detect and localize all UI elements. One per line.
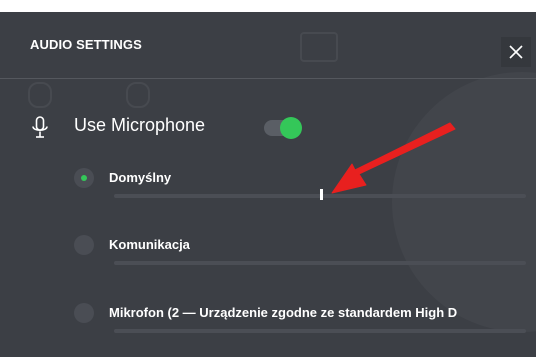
- screenshot-stage: AUDIO SETTINGS Use Microphone Domyślny K…: [0, 0, 546, 357]
- microphone-icon: [32, 116, 48, 138]
- use-microphone-toggle[interactable]: [264, 117, 302, 139]
- dialog-header: AUDIO SETTINGS: [0, 12, 536, 79]
- input-level-meter: [114, 329, 526, 333]
- audio-settings-panel: AUDIO SETTINGS Use Microphone Domyślny K…: [0, 12, 536, 357]
- background-shape: [28, 82, 52, 108]
- device-radio-communication[interactable]: [74, 235, 94, 255]
- device-radio-microphone-2[interactable]: [74, 303, 94, 323]
- device-option-communication: Komunikacja: [74, 235, 536, 295]
- toggle-knob: [280, 117, 302, 139]
- device-label-communication: Komunikacja: [109, 237, 190, 252]
- input-level-meter: [114, 261, 526, 265]
- use-microphone-row: Use Microphone: [30, 112, 330, 142]
- input-level-marker: [320, 189, 323, 200]
- device-radio-default[interactable]: [74, 168, 94, 188]
- device-option-default: Domyślny: [74, 168, 536, 228]
- device-label-default: Domyślny: [109, 170, 172, 185]
- close-button[interactable]: [501, 37, 531, 67]
- use-microphone-label: Use Microphone: [74, 115, 206, 135]
- dialog-title: AUDIO SETTINGS: [30, 37, 142, 52]
- device-option-microphone-2: Mikrofon (2 — Urządzenie zgodne ze stand…: [74, 303, 536, 357]
- device-label-microphone-2: Mikrofon (2 — Urządzenie zgodne ze stand…: [109, 305, 458, 320]
- close-icon: [509, 45, 523, 59]
- background-shape: [126, 82, 150, 108]
- input-level-meter: [114, 189, 526, 200]
